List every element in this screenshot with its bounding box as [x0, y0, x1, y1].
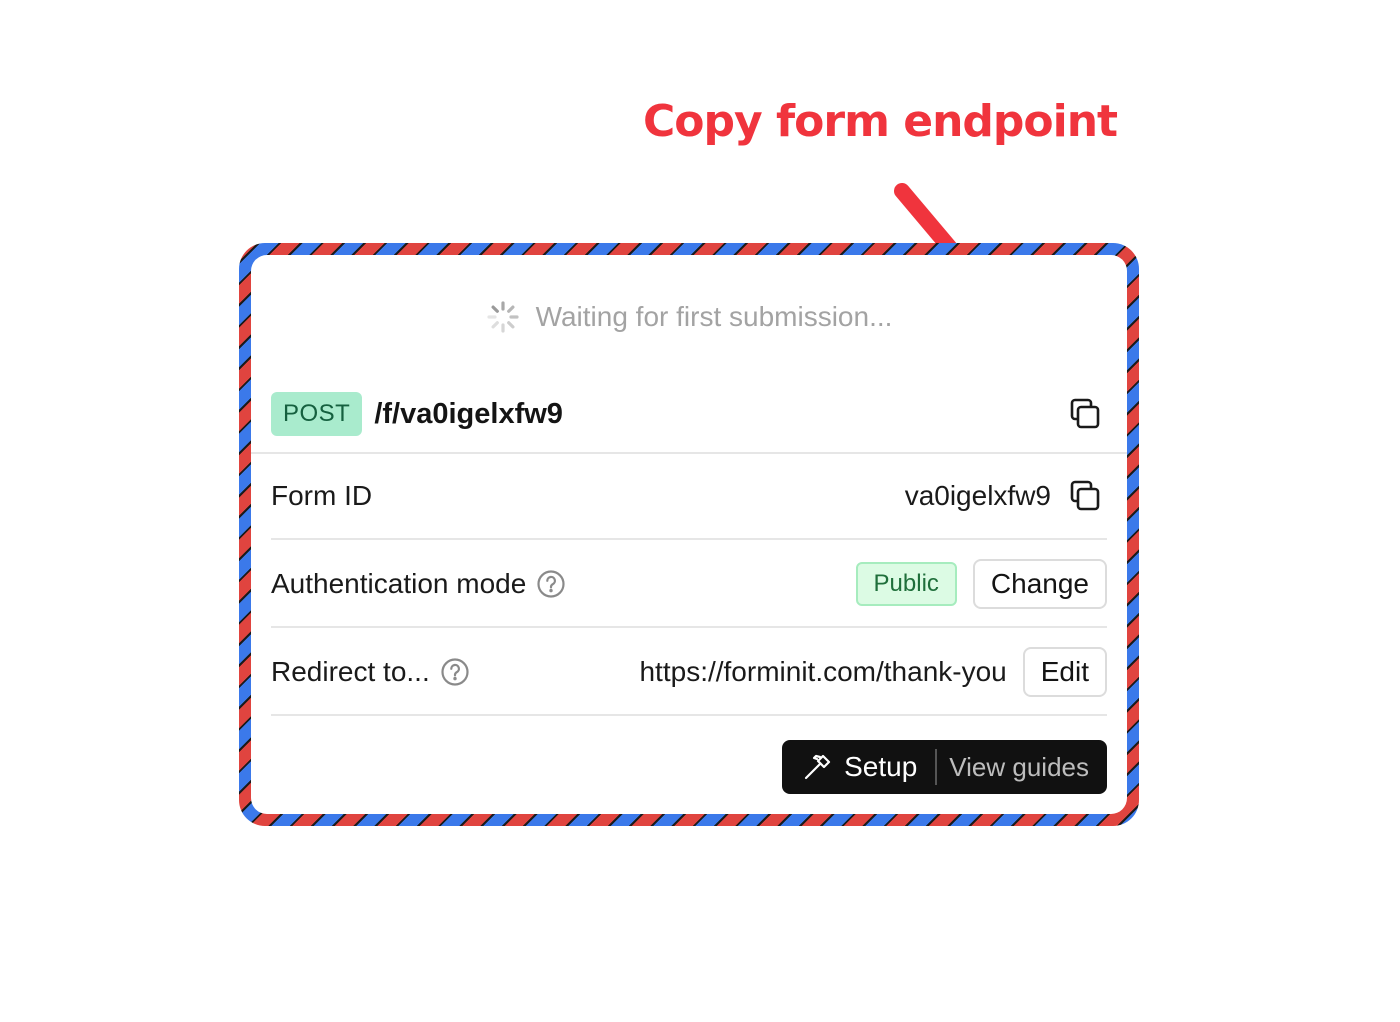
hammer-icon	[804, 754, 831, 780]
waiting-text: Waiting for first submission...	[535, 301, 893, 332]
footer-actions: Setup View guides	[782, 740, 1107, 794]
waiting-status: Waiting for first submission...	[251, 295, 1127, 339]
button-separator	[935, 749, 938, 785]
change-auth-button[interactable]: Change	[972, 559, 1107, 609]
redirect-row: Redirect to... https://forminit.com/than…	[271, 630, 1107, 716]
auth-mode-row: Authentication mode Public Change	[271, 542, 1107, 628]
endpoint-path: /f/va0igelxfw9	[374, 397, 563, 430]
redirect-label-wrap: Redirect to...	[271, 656, 470, 688]
airmail-frame: Waiting for first submission... POST /f/…	[239, 243, 1139, 826]
setup-guides-button[interactable]: Setup View guides	[782, 740, 1107, 794]
copy-endpoint-button[interactable]	[1063, 392, 1107, 436]
auth-mode-label: Authentication mode	[271, 568, 527, 599]
copy-icon	[1070, 480, 1100, 511]
redirect-label: Redirect to...	[271, 656, 430, 687]
copy-form-id-button[interactable]	[1063, 474, 1107, 518]
setup-label: Setup	[844, 751, 918, 782]
form-id-row: Form ID va0igelxfw9	[271, 454, 1107, 540]
form-id-value: va0igelxfw9	[904, 480, 1051, 511]
auth-status-badge: Public	[855, 562, 957, 606]
annotation-label: Copy form endpoint	[643, 96, 1118, 147]
endpoint-row: POST /f/va0igelxfw9	[271, 391, 1107, 437]
view-guides-label: View guides	[949, 751, 1089, 782]
endpoint-card: Waiting for first submission... POST /f/…	[251, 255, 1127, 814]
copy-icon	[1070, 398, 1100, 429]
page: Copy form endpoint Waiting for first sub…	[0, 0, 1400, 1022]
auth-mode-label-wrap: Authentication mode	[271, 568, 566, 600]
method-badge: POST	[271, 392, 363, 436]
form-id-label: Form ID	[271, 480, 373, 511]
redirect-url: https://forminit.com/thank-you	[639, 656, 1007, 687]
edit-redirect-button[interactable]: Edit	[1022, 647, 1107, 697]
spinner-icon	[486, 301, 519, 333]
help-icon[interactable]	[536, 569, 566, 599]
help-icon[interactable]	[440, 657, 470, 687]
